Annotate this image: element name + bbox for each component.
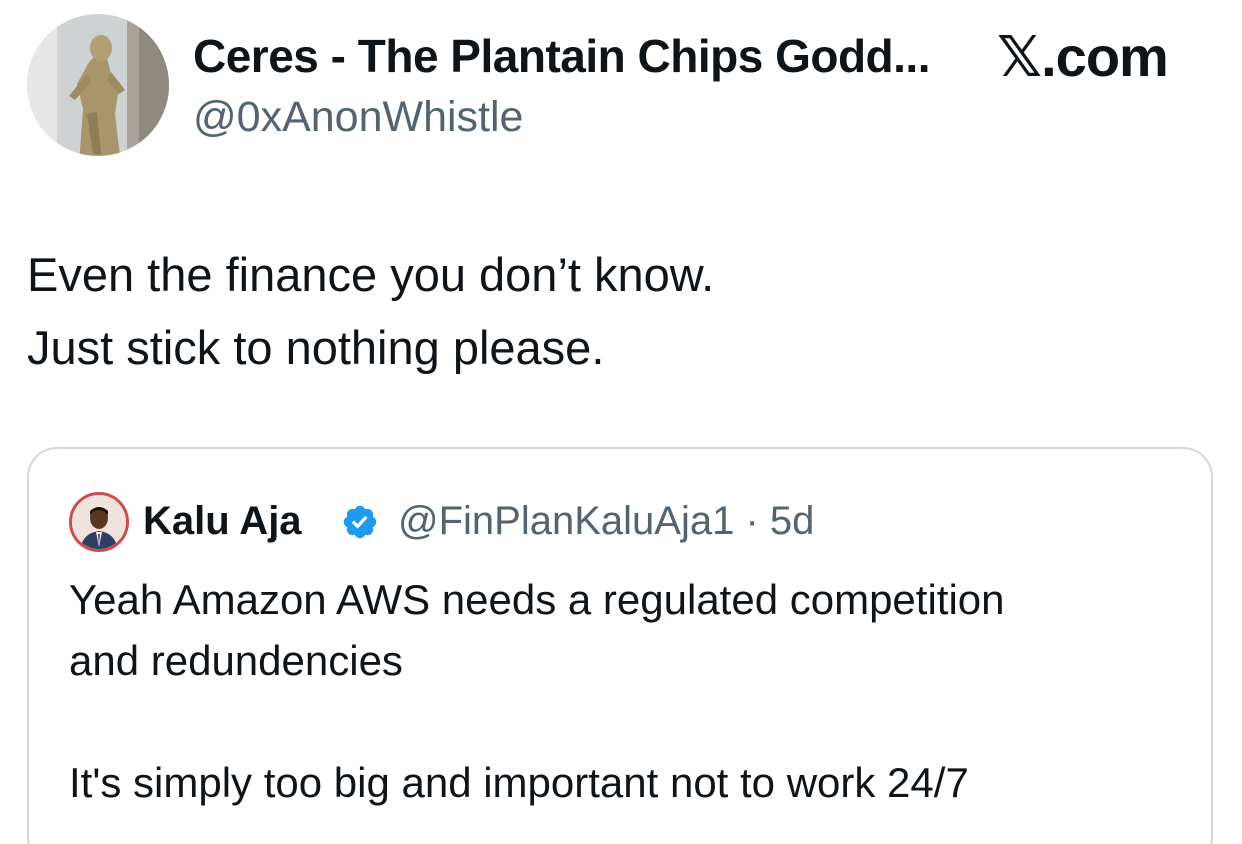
- profile-photo-avatar-icon: [72, 495, 126, 549]
- tweet-text: Even the finance you don’t know. Just st…: [27, 238, 1207, 384]
- quoted-tweet-text-line: It's simply too big and important not to…: [69, 759, 969, 806]
- quoted-author-name[interactable]: Kalu Aja: [143, 497, 302, 545]
- author-avatar[interactable]: [27, 14, 169, 156]
- quoted-tweet-text-line: and redundencies: [69, 637, 403, 684]
- x-brand-label: 𝕏.com: [997, 25, 1169, 88]
- quoted-tweet-text-line: [69, 691, 1179, 752]
- quoted-tweet-text: Yeah Amazon AWS needs a regulated compet…: [69, 569, 1179, 813]
- verified-badge-icon: [343, 505, 377, 539]
- quoted-tweet-card[interactable]: Kalu Aja @FinPlanKaluAja1 · 5d Yeah Amaz…: [27, 447, 1213, 844]
- quoted-author-handle-and-time[interactable]: @FinPlanKaluAja1 · 5d: [398, 497, 814, 545]
- author-handle[interactable]: @0xAnonWhistle: [193, 92, 523, 142]
- tweet-text-line: Just stick to nothing please.: [27, 321, 605, 374]
- quoted-author-avatar[interactable]: [69, 492, 129, 552]
- statue-avatar-photo-icon: [27, 14, 169, 156]
- author-display-name[interactable]: Ceres - The Plantain Chips Godd...: [193, 28, 931, 84]
- tweet-screenshot: Ceres - The Plantain Chips Godd... @0xAn…: [0, 0, 1242, 844]
- tweet-text-line: Even the finance you don’t know.: [27, 248, 715, 301]
- quoted-tweet-text-line: Yeah Amazon AWS needs a regulated compet…: [69, 576, 1005, 623]
